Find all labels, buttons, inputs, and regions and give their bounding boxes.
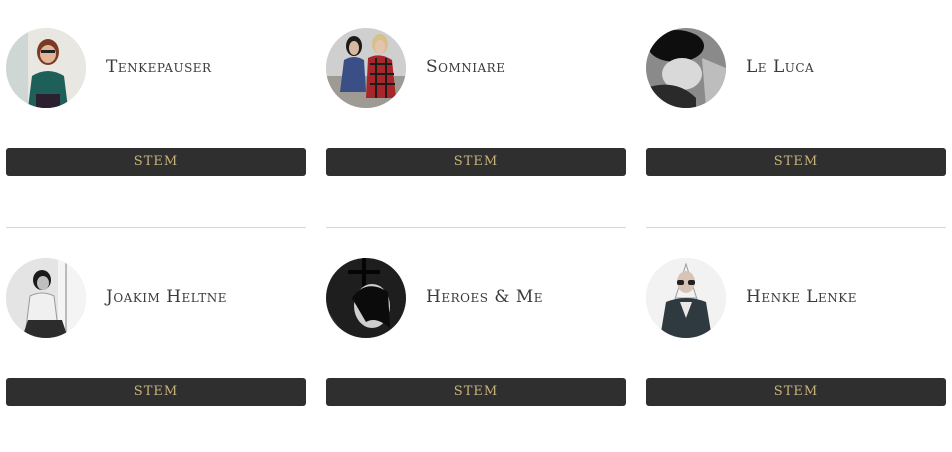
artist-avatar bbox=[326, 258, 406, 338]
artist-avatar bbox=[6, 258, 86, 338]
divider bbox=[326, 227, 626, 228]
vote-button[interactable]: STEM bbox=[646, 378, 946, 406]
divider bbox=[646, 227, 946, 228]
artist-name[interactable]: Henke Lenke bbox=[746, 287, 857, 307]
vote-button[interactable]: STEM bbox=[646, 148, 946, 176]
artist-name[interactable]: Heroes & Me bbox=[426, 287, 543, 307]
artist-avatar bbox=[646, 258, 726, 338]
vote-button[interactable]: STEM bbox=[6, 148, 306, 176]
artist-avatar bbox=[326, 28, 406, 108]
vote-button[interactable]: STEM bbox=[326, 148, 626, 176]
artist-name[interactable]: Joakim Heltne bbox=[106, 287, 227, 307]
vote-button[interactable]: STEM bbox=[6, 378, 306, 406]
artist-avatar bbox=[6, 28, 86, 108]
artist-name[interactable]: Tenkepauser bbox=[106, 57, 212, 77]
vote-button[interactable]: STEM bbox=[326, 378, 626, 406]
divider bbox=[6, 227, 306, 228]
artist-name[interactable]: Somniare bbox=[426, 57, 505, 77]
artist-avatar bbox=[646, 28, 726, 108]
artist-name[interactable]: Le Luca bbox=[746, 57, 814, 77]
